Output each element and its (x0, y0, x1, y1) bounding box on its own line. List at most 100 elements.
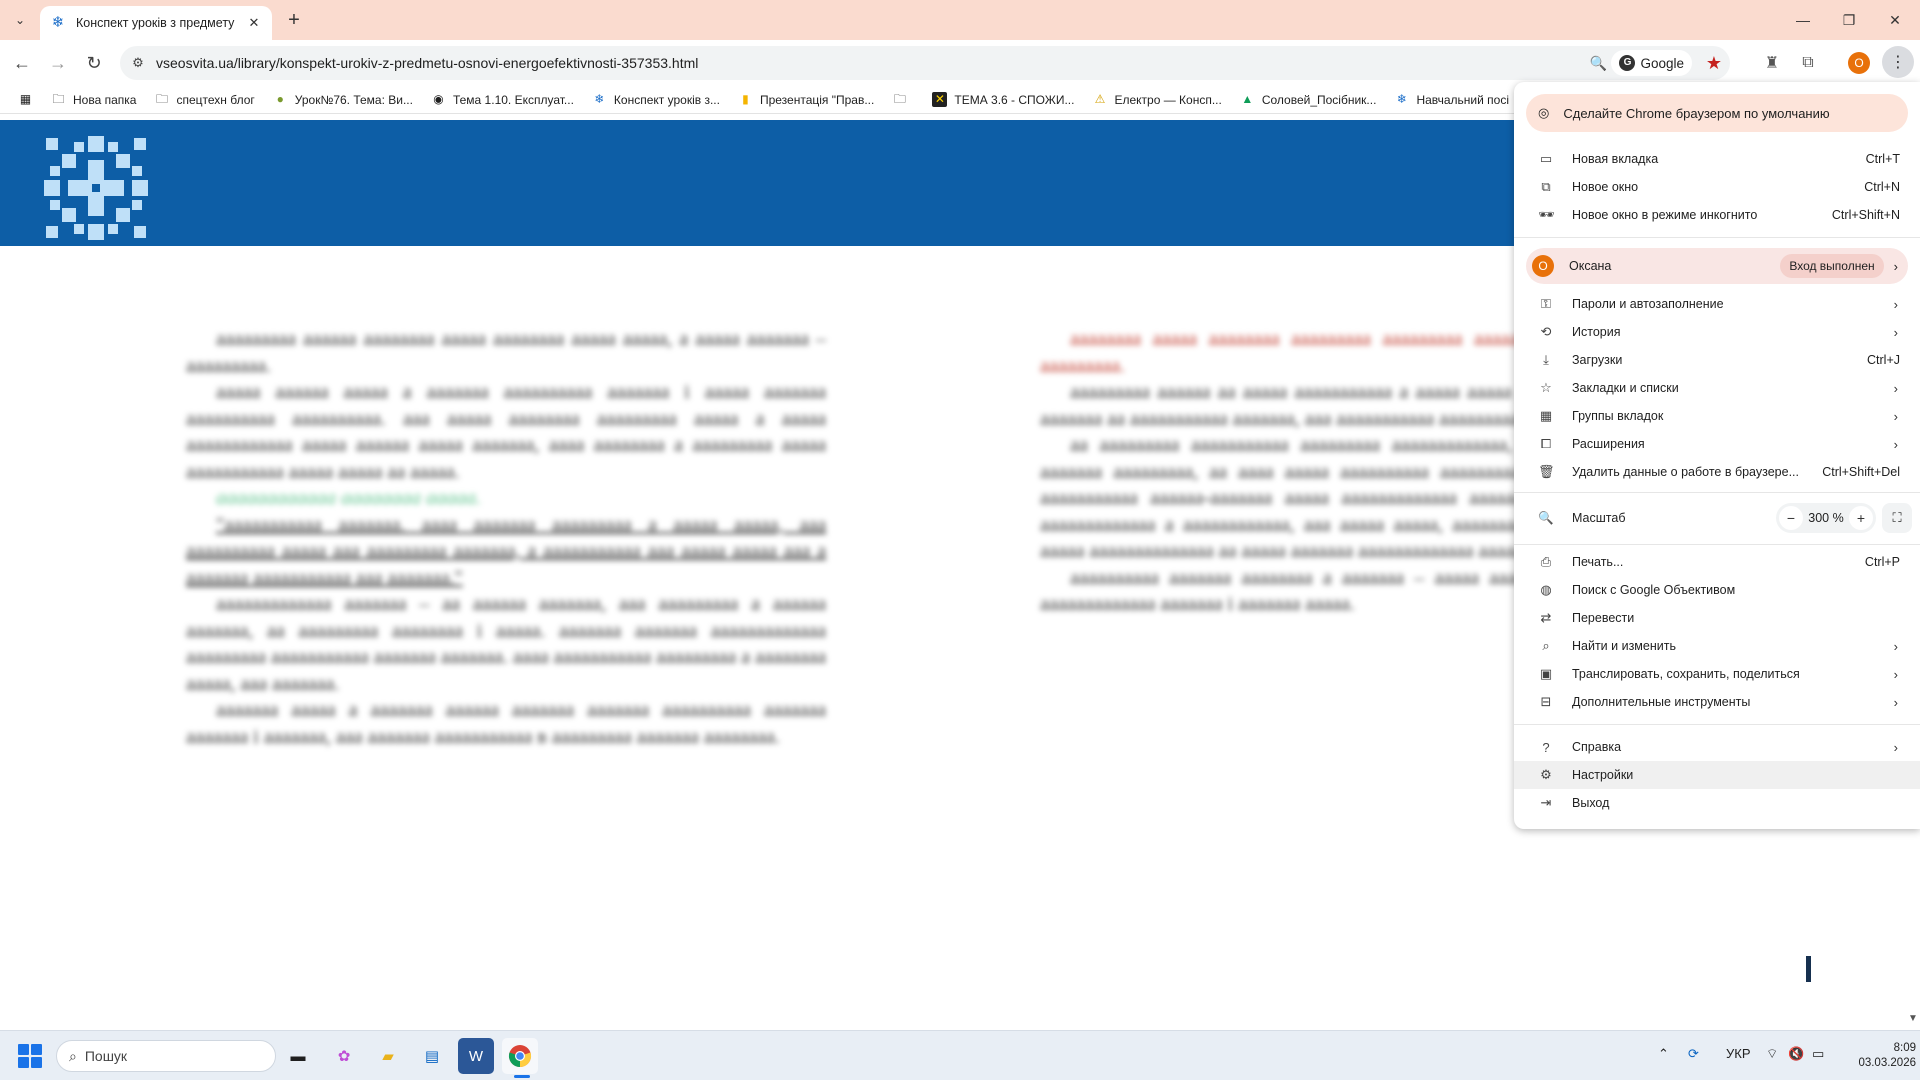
reload-button[interactable]: ↻ (80, 49, 108, 77)
battery-icon[interactable]: ▭ (1812, 1046, 1824, 1062)
translate-icon: ⇄ (1540, 610, 1552, 625)
extensions-puzzle-icon[interactable]: ⧉ (1796, 51, 1820, 75)
menu-label: Новое окно в режиме инкогнито (1572, 208, 1758, 222)
shortcut: Ctrl+J (1867, 353, 1900, 367)
toolbox-icon: ⊟ (1540, 694, 1552, 709)
file-explorer-icon[interactable]: ▰ (370, 1038, 406, 1074)
restore-button[interactable]: ❐ (1826, 0, 1872, 40)
menu-item-profile[interactable]: О Оксана Вход выполнен › (1526, 248, 1908, 284)
close-window-button[interactable]: ✕ (1872, 0, 1918, 40)
wifi-icon[interactable]: ⌔ (1766, 1046, 1778, 1062)
document-page-left: ааааааааа аааааа аааааааа ааааа аааааааа… (186, 328, 826, 748)
bookmark-item[interactable]: 🗀 Нова папка (43, 88, 144, 112)
extension-icon[interactable]: ♜ (1760, 51, 1784, 75)
menu-label: Настройки (1572, 768, 1634, 782)
close-tab-icon[interactable]: ✕ (246, 15, 262, 31)
sync-icon[interactable]: ⟳ (1688, 1046, 1699, 1062)
forward-button[interactable]: → (44, 49, 72, 77)
language-indicator[interactable]: УКР (1726, 1046, 1751, 1061)
chevron-up-icon[interactable]: ⌃ (1658, 1046, 1669, 1062)
snowflake-logo-icon[interactable] (40, 132, 152, 244)
bookmark-item[interactable]: 🗀 (884, 88, 922, 112)
clock-time: 8:09 (1893, 1042, 1916, 1054)
copilot-icon[interactable]: ✿ (326, 1038, 362, 1074)
bookmark-item[interactable]: 🗀 спецтехн блог (146, 88, 262, 112)
menu-item-google-lens[interactable]: ◍ Поиск с Google Объективом (1514, 576, 1920, 604)
address-bar[interactable]: ⚙ vseosvita.ua/library/konspekt-urokiv-z… (120, 46, 1730, 80)
chevron-right-icon: › (1893, 739, 1898, 755)
menu-item-clear-data[interactable]: 🗑 Удалить данные о работе в браузере... Ct… (1514, 458, 1920, 486)
menu-item-bookmarks[interactable]: ☆ Закладки и списки › (1514, 374, 1920, 402)
bookmark-item[interactable]: ❄ Конспект уроків з... (584, 88, 728, 112)
bookmark-item[interactable]: ● Урок№76. Тема: Ви... (265, 88, 421, 112)
bookmark-item[interactable]: ⚠ Електро — Консп... (1084, 88, 1229, 112)
menu-item-print[interactable]: ⎙ Печать... Ctrl+P (1514, 548, 1920, 576)
word-icon[interactable]: W (458, 1038, 494, 1074)
menu-label: Выход (1572, 796, 1610, 810)
shortcut: Ctrl+Shift+N (1831, 208, 1900, 222)
toolbar: ← → ↻ ⚙ vseosvita.ua/library/konspekt-ur… (0, 40, 1920, 86)
default-browser-promo[interactable]: ◎ Сделайте Chrome браузером по умолчанию (1526, 94, 1908, 132)
menu-divider (1514, 492, 1920, 493)
bookmark-star-icon[interactable]: ★ (1698, 53, 1730, 74)
bookmark-label: Електро — Консп... (1114, 92, 1222, 107)
volume-mute-icon[interactable]: 🔇 (1788, 1046, 1804, 1062)
zoom-icon[interactable]: 🔍 (1585, 55, 1611, 72)
chrome-taskbar-icon[interactable] (502, 1038, 538, 1074)
minimize-button[interactable]: — (1780, 0, 1826, 40)
bookmark-item[interactable]: ❄ Навчальний посі (1386, 88, 1517, 112)
search-engine-chip[interactable]: G Google (1611, 50, 1692, 76)
menu-item-extensions[interactable]: ⧠ Расширения › (1514, 430, 1920, 458)
menu-item-translate[interactable]: ⇄ Перевести (1514, 604, 1920, 632)
bookmark-label: Навчальний посі (1416, 92, 1509, 107)
menu-label: Новое окно (1572, 180, 1639, 194)
bookmark-item[interactable]: ✕ ТЕМА 3.6 - СПОЖИ... (924, 88, 1082, 112)
menu-label: Транслировать, сохранить, поделиться (1572, 667, 1800, 681)
taskbar-search-input[interactable]: ⌕ Пошук (56, 1040, 276, 1072)
menu-label: Группы вкладок (1572, 409, 1664, 423)
menu-item-find[interactable]: ⌕ Найти и изменить › (1514, 632, 1920, 660)
menu-item-exit[interactable]: ⇥ Выход (1514, 789, 1920, 817)
zoom-in-button[interactable]: + (1849, 506, 1873, 530)
tab-search-button[interactable]: ⌄ (8, 8, 32, 32)
bookmark-item[interactable]: ▲ Соловей_Посібник... (1232, 88, 1385, 112)
windows-start-button[interactable] (18, 1044, 42, 1068)
menu-label: Новая вкладка (1572, 152, 1659, 166)
store-icon[interactable]: ▤ (414, 1038, 450, 1074)
download-icon: ⤓ (1543, 352, 1549, 367)
fullscreen-button[interactable]: ⛶ (1882, 503, 1912, 533)
menu-item-incognito[interactable]: 🕶 Новое окно в режиме инкогнито Ctrl+Shift… (1514, 201, 1920, 229)
menu-item-downloads[interactable]: ⤓ Загрузки Ctrl+J (1514, 346, 1920, 374)
bookmark-item[interactable]: ◉ Тема 1.10. Експлуат... (423, 88, 582, 112)
tab-active[interactable]: ❄ Конспект уроків з предмету "О ✕ (40, 6, 272, 40)
menu-item-help[interactable]: ? Справка › (1514, 733, 1920, 761)
chevron-down-icon: ⌄ (14, 13, 26, 27)
zoom-out-button[interactable]: − (1779, 506, 1803, 530)
menu-item-passwords[interactable]: ⚿ Пароли и автозаполнение › (1514, 290, 1920, 318)
bookmark-item[interactable]: ▮ Презентація "Прав... (730, 88, 882, 112)
menu-label: Удалить данные о работе в браузере... (1572, 465, 1799, 479)
chrome-menu-button[interactable]: ⋮ (1882, 46, 1914, 78)
site-info-icon[interactable]: ⚙ (120, 55, 156, 71)
menu-item-cast[interactable]: ▣ Транслировать, сохранить, поделиться › (1514, 660, 1920, 688)
chevron-right-icon: › (1893, 436, 1898, 452)
profile-avatar-button[interactable]: О (1848, 52, 1870, 74)
scroll-down-arrow-icon[interactable]: ▼ (1906, 1013, 1920, 1029)
clock[interactable]: 8:09 03.03.2026 (1856, 1041, 1916, 1071)
menu-item-history[interactable]: ⟲ История › (1514, 318, 1920, 346)
menu-item-tab-groups[interactable]: ▦ Группы вкладок › (1514, 402, 1920, 430)
menu-item-more-tools[interactable]: ⊟ Дополнительные инструменты › (1514, 688, 1920, 716)
gear-icon: ⚙ (1540, 767, 1552, 782)
menu-item-new-window[interactable]: ⧉ Новое окно Ctrl+N (1514, 173, 1920, 201)
bookmark-label: Конспект уроків з... (613, 92, 720, 107)
site-icon: ✕ (932, 92, 948, 107)
menu-item-settings[interactable]: ⚙ Настройки (1514, 761, 1920, 789)
menu-item-zoom: 🔍 Масштаб − 300 % + ⛶ (1514, 500, 1920, 536)
back-button[interactable]: ← (8, 49, 36, 77)
apps-button[interactable]: ▦ (10, 88, 41, 112)
task-view-icon[interactable]: ▬ (280, 1038, 316, 1074)
menu-item-new-tab[interactable]: ▭ Новая вкладка Ctrl+T (1514, 145, 1920, 173)
lens-icon: ◍ (1540, 582, 1552, 597)
menu-label: Закладки и списки (1572, 381, 1679, 395)
new-tab-button[interactable]: + (282, 8, 306, 32)
